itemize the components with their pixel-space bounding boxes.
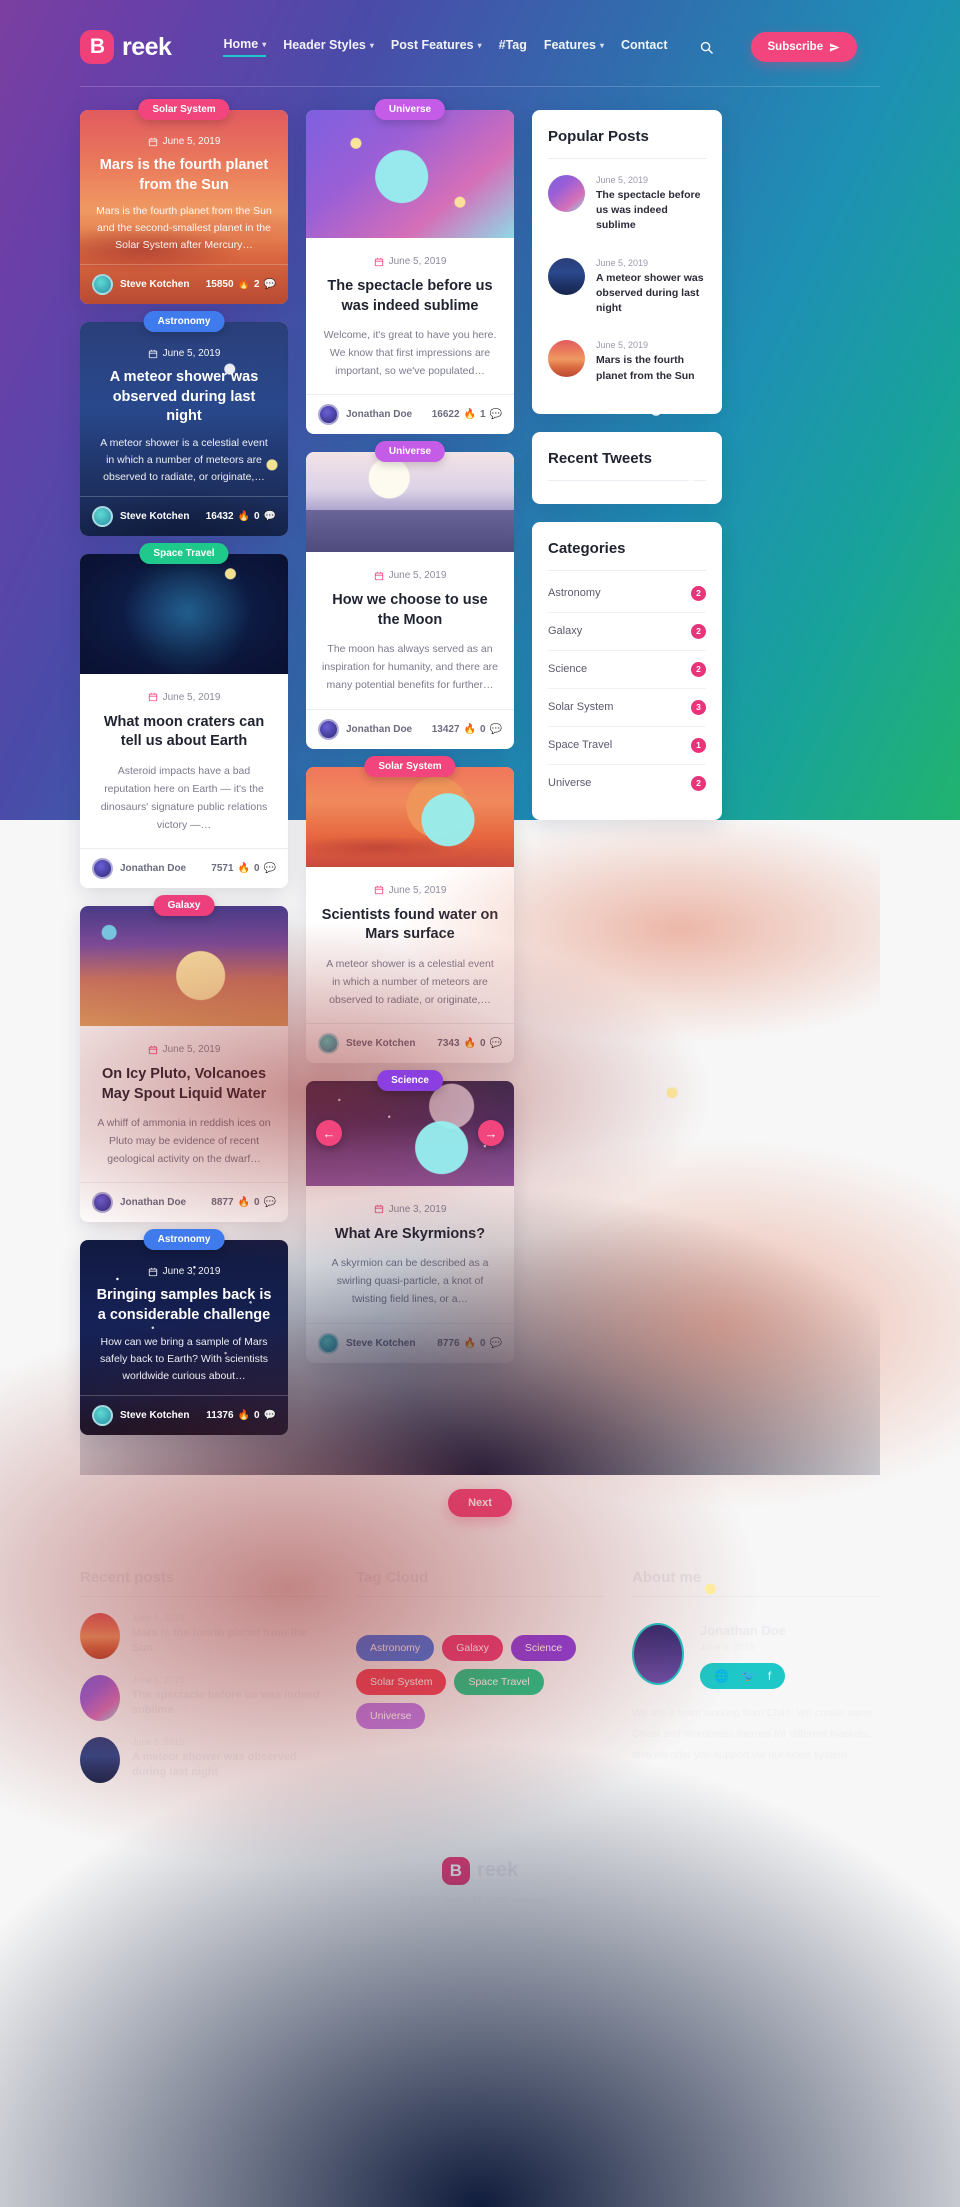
category-badge[interactable]: Universe (374, 441, 446, 463)
arrow-left-icon[interactable]: ← (316, 1120, 342, 1147)
comment-count: 0 (253, 510, 260, 522)
footer-recent-posts: Recent posts June 5, 2019 Mars is the fo… (80, 1569, 328, 1799)
view-count: 11376 (206, 1409, 234, 1421)
comment-icon: 💬 (263, 510, 276, 522)
category-badge[interactable]: Galaxy (153, 895, 215, 917)
category-badge[interactable]: Solar System (138, 99, 230, 120)
view-count: 15850 (205, 279, 234, 291)
post-date-label: June 5, 2019 (162, 348, 221, 360)
post-excerpt: Mars is the fourth planet from the Sun a… (96, 205, 272, 252)
calendar-icon (148, 1267, 158, 1277)
post-date-label: June 3, 2019 (162, 1266, 221, 1278)
post-title[interactable]: Mars is the fourth planet from the Sun (96, 156, 272, 195)
view-count: 16432 (205, 510, 234, 522)
post-author[interactable]: Steve Kotchen (120, 279, 189, 290)
comment-count: 2 (253, 279, 260, 291)
post-title[interactable]: Bringing samples back is a considerable … (96, 1286, 272, 1325)
post-card[interactable]: Astronomy June 3, 2019 Bringing samples … (80, 1229, 288, 1435)
post-body: June 5, 2019 A meteor shower was observe… (80, 322, 288, 496)
post-date: June 5, 2019 (96, 136, 272, 147)
category-badge[interactable]: Astronomy (143, 1229, 225, 1251)
comment-icon: 💬 (263, 1409, 276, 1421)
post-overlay: June 5, 2019 A meteor shower was observe… (80, 322, 288, 536)
category-badge[interactable]: Science (377, 1069, 443, 1091)
post-date: June 3, 2019 (96, 1266, 272, 1277)
calendar-icon (148, 349, 158, 359)
category-badge[interactable]: Solar System (364, 755, 456, 777)
avatar[interactable] (92, 274, 113, 296)
post-footer: Steve Kotchen 15850 🔥 2 💬 (80, 264, 288, 304)
post-card[interactable]: Astronomy June 5, 2019 A meteor shower w… (80, 311, 288, 536)
post-footer: Steve Kotchen 16432 🔥 0 💬 (80, 495, 288, 536)
post-meta: 11376 🔥 0 💬 (206, 1410, 276, 1421)
recent-post-item[interactable]: June 5, 2019 A meteor shower was observe… (80, 1736, 328, 1783)
post-body: June 3, 2019 Bringing samples back is a … (80, 1240, 288, 1394)
post-footer: Steve Kotchen 11376 🔥 0 💬 (80, 1394, 288, 1435)
fire-icon: 🔥 (237, 279, 250, 291)
post-excerpt: How can we bring a sample of Mars safely… (99, 1335, 269, 1382)
category-badge[interactable]: Astronomy (143, 311, 225, 333)
avatar[interactable] (92, 505, 113, 527)
post-meta: 15850 🔥 2 💬 (206, 279, 276, 290)
post-author[interactable]: Steve Kotchen (120, 1410, 189, 1421)
post-body: June 5, 2019 Mars is the fourth planet f… (80, 110, 288, 264)
post-meta: 16432 🔥 0 💬 (206, 511, 276, 522)
post-overlay: June 5, 2019 Mars is the fourth planet f… (80, 110, 288, 305)
post-date-label: June 5, 2019 (162, 136, 221, 147)
comment-icon: 💬 (263, 279, 276, 291)
category-badge[interactable]: Universe (374, 99, 446, 120)
post-thumbnail (80, 1736, 120, 1783)
fire-icon: 🔥 (237, 1409, 250, 1421)
comment-count: 0 (253, 1409, 260, 1421)
post-card[interactable]: Solar System June 5, 2019 Mars is the fo… (80, 99, 288, 305)
avatar[interactable] (92, 1404, 113, 1426)
fire-icon: 🔥 (237, 510, 250, 522)
category-badge[interactable]: Space Travel (139, 542, 229, 564)
post-excerpt: A meteor shower is a celestial event in … (100, 436, 268, 483)
post-date: June 5, 2019 (96, 348, 272, 359)
post-author[interactable]: Steve Kotchen (120, 511, 189, 522)
arrow-right-icon[interactable]: → (478, 1120, 504, 1147)
post-title[interactable]: A meteor shower was observed during last… (96, 368, 272, 427)
calendar-icon (148, 137, 158, 147)
post-overlay: June 3, 2019 Bringing samples back is a … (80, 1240, 288, 1435)
site-footer: Recent posts June 5, 2019 Mars is the fo… (0, 1516, 960, 1930)
